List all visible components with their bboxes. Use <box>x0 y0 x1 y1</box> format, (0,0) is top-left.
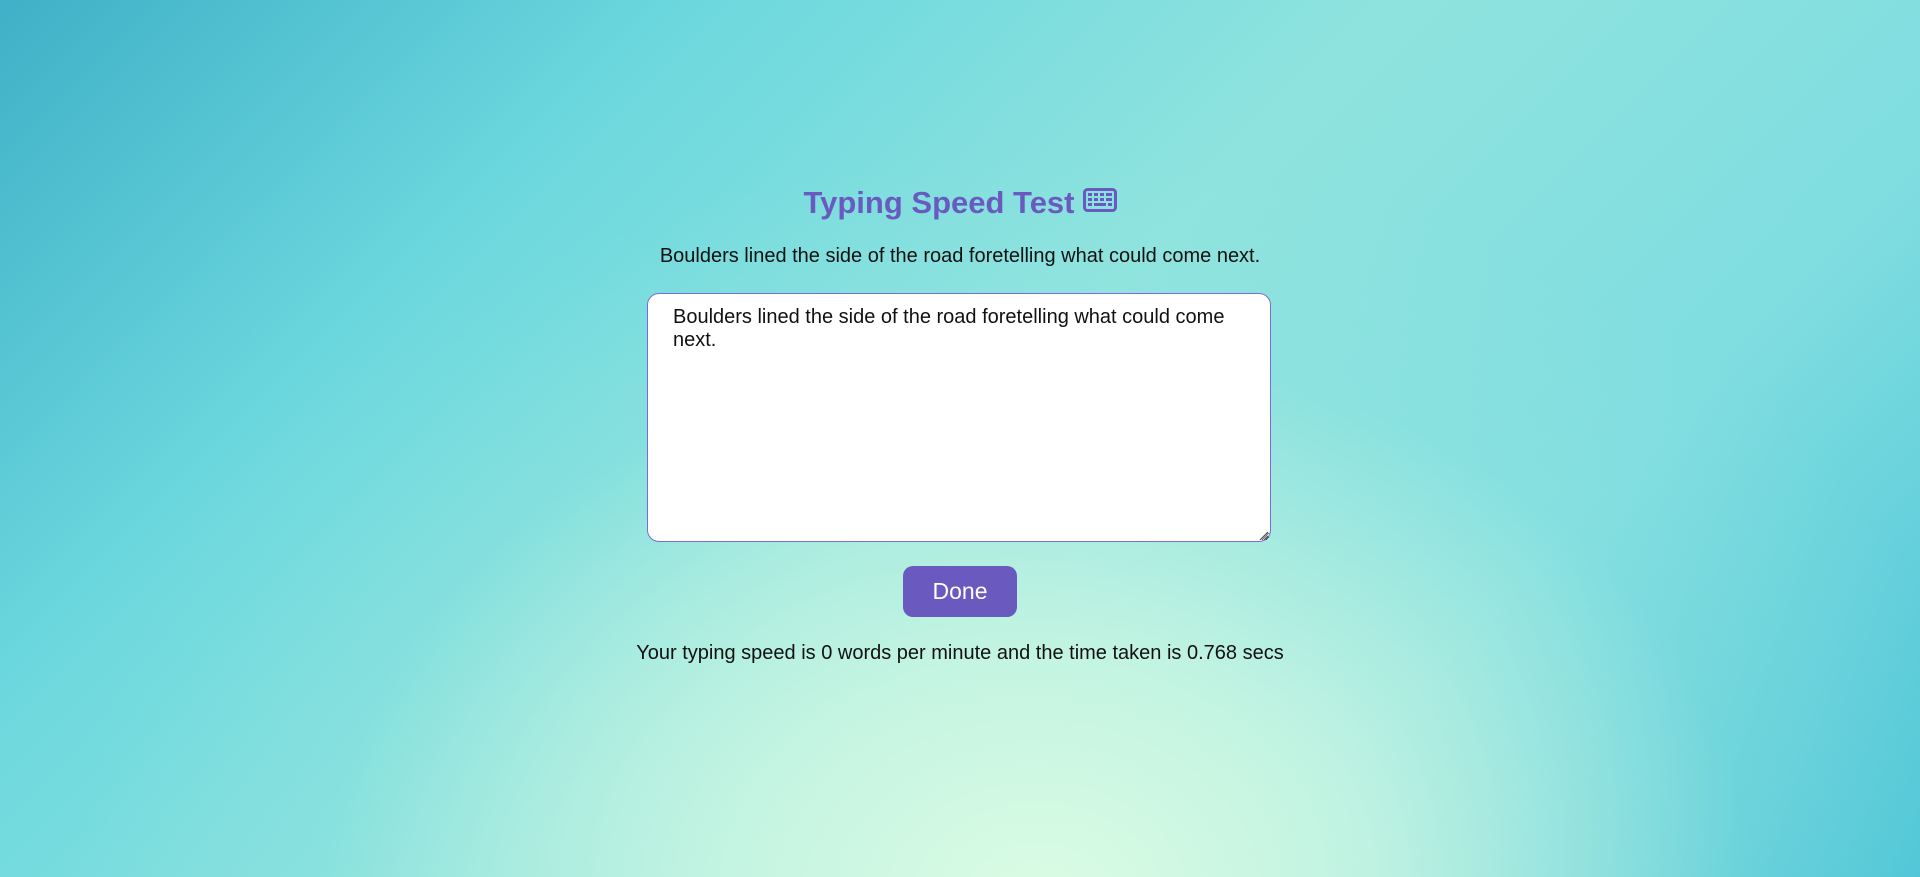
typing-input[interactable]: Boulders lined the side of the road fore… <box>647 293 1271 542</box>
keyboard-icon <box>1082 182 1117 222</box>
result-text: Your typing speed is 0 words per minute … <box>636 642 1284 664</box>
target-sentence: Boulders lined the side of the road fore… <box>659 245 1261 267</box>
page-title: Typing Speed Test <box>0 183 1920 223</box>
done-button[interactable]: Done <box>903 566 1017 617</box>
page-title-text: Typing Speed Test <box>803 185 1075 220</box>
